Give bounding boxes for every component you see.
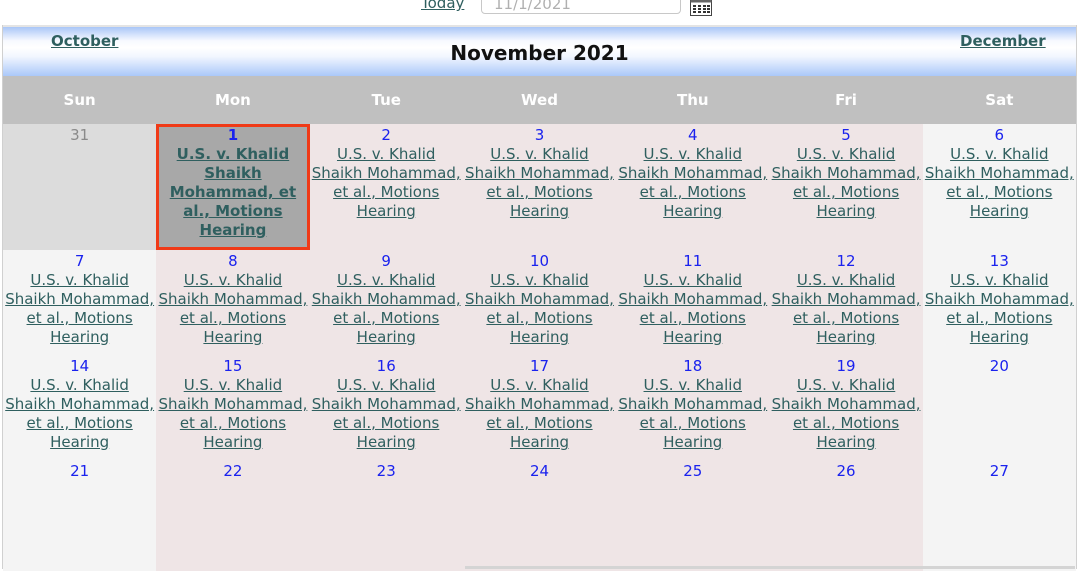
- day-number-link[interactable]: 17: [463, 355, 616, 376]
- day-number-link[interactable]: 4: [616, 124, 769, 145]
- day-of-week-header: Wed: [521, 91, 558, 109]
- day-of-week-header: Sun: [63, 91, 96, 109]
- day-cell[interactable]: 23: [309, 460, 463, 571]
- day-number-link[interactable]: 2: [310, 124, 463, 145]
- day-cell[interactable]: 22: [156, 460, 310, 571]
- day-number-link[interactable]: 19: [769, 355, 922, 376]
- calendar-picker-icon[interactable]: [690, 0, 712, 16]
- day-cell[interactable]: 26: [769, 460, 923, 571]
- day-cell[interactable]: 24: [462, 460, 617, 571]
- event-link[interactable]: U.S. v. Khalid Shaikh Mohammad, et al., …: [156, 145, 309, 240]
- day-number-link[interactable]: 15: [156, 355, 309, 376]
- day-number-link[interactable]: 26: [769, 460, 922, 481]
- event-link[interactable]: U.S. v. Khalid Shaikh Mohammad, et al., …: [463, 271, 616, 347]
- date-input[interactable]: 11/1/2021: [481, 0, 681, 14]
- day-of-week-header: Thu: [676, 91, 709, 109]
- day-cell[interactable]: 9 U.S. v. Khalid Shaikh Mohammad, et al.,…: [309, 250, 463, 355]
- event-link[interactable]: U.S. v. Khalid Shaikh Mohammad, et al., …: [769, 271, 922, 347]
- event-link[interactable]: U.S. v. Khalid Shaikh Mohammad, et al., …: [156, 376, 309, 452]
- day-of-week-header: Mon: [214, 91, 251, 109]
- event-link[interactable]: U.S. v. Khalid Shaikh Mohammad, et al., …: [3, 271, 156, 347]
- event-link[interactable]: U.S. v. Khalid Shaikh Mohammad, et al., …: [463, 145, 616, 221]
- day-of-week-header: Sat: [985, 91, 1014, 109]
- day-number-link[interactable]: 12: [769, 250, 922, 271]
- day-cell[interactable]: 19 U.S. v. Khalid Shaikh Mohammad, et al.…: [769, 355, 923, 460]
- calendar: October November 2021 December Sun Mon Tue…: [2, 25, 1077, 571]
- day-number-link[interactable]: 11: [616, 250, 769, 271]
- day-cell[interactable]: 4 U.S. v. Khalid Shaikh Mohammad, et al.,…: [616, 124, 770, 250]
- month-header: October November 2021 December: [3, 25, 1076, 76]
- day-number-link[interactable]: 24: [463, 460, 616, 481]
- day-cell[interactable]: 14 U.S. v. Khalid Shaikh Mohammad, et al.…: [3, 355, 157, 460]
- event-link[interactable]: U.S. v. Khalid Shaikh Mohammad, et al., …: [3, 376, 156, 452]
- event-link[interactable]: U.S. v. Khalid Shaikh Mohammad, et al., …: [616, 145, 769, 221]
- day-number-link[interactable]: 9: [310, 250, 463, 271]
- day-of-week-header: Tue: [371, 91, 401, 109]
- day-of-week-header: Fri: [835, 91, 857, 109]
- day-cell[interactable]: 8 U.S. v. Khalid Shaikh Mohammad, et al.,…: [156, 250, 310, 355]
- day-number-link[interactable]: 8: [156, 250, 309, 271]
- day-cell[interactable]: 3 U.S. v. Khalid Shaikh Mohammad, et al.,…: [462, 124, 617, 250]
- week-row: 14 U.S. v. Khalid Shaikh Mohammad, et al.…: [3, 355, 1076, 460]
- week-row: 31 1 U.S. v. Khalid Shaikh Mohammad, et al…: [3, 124, 1076, 250]
- day-cell[interactable]: 7 U.S. v. Khalid Shaikh Mohammad, et al.,…: [3, 250, 157, 355]
- event-link[interactable]: U.S. v. Khalid Shaikh Mohammad, et al., …: [769, 145, 922, 221]
- day-number-link[interactable]: 23: [310, 460, 463, 481]
- day-number-link[interactable]: 6: [923, 124, 1076, 145]
- event-link[interactable]: U.S. v. Khalid Shaikh Mohammad, et al., …: [923, 271, 1076, 347]
- day-cell[interactable]: 13 U.S. v. Khalid Shaikh Mohammad, et al.…: [922, 250, 1076, 355]
- next-month-link[interactable]: December: [960, 32, 1046, 50]
- day-number-link[interactable]: 7: [3, 250, 156, 271]
- day-cell[interactable]: 12 U.S. v. Khalid Shaikh Mohammad, et al.…: [769, 250, 923, 355]
- week-row: 7 U.S. v. Khalid Shaikh Mohammad, et al.,…: [3, 250, 1076, 355]
- day-number-link[interactable]: 14: [3, 355, 156, 376]
- event-link[interactable]: U.S. v. Khalid Shaikh Mohammad, et al., …: [310, 145, 463, 221]
- date-toolbar: Today 11/1/2021: [0, 0, 1079, 25]
- day-cell[interactable]: 31: [3, 124, 157, 250]
- day-number-link[interactable]: 22: [156, 460, 309, 481]
- day-cell[interactable]: 11 U.S. v. Khalid Shaikh Mohammad, et al.…: [616, 250, 770, 355]
- day-cell[interactable]: 6 U.S. v. Khalid Shaikh Mohammad, et al.,…: [922, 124, 1076, 250]
- day-number-link[interactable]: 10: [463, 250, 616, 271]
- day-cell-selected[interactable]: 1 U.S. v. Khalid Shaikh Mohammad, et al.,…: [156, 124, 310, 250]
- event-link[interactable]: U.S. v. Khalid Shaikh Mohammad, et al., …: [156, 271, 309, 347]
- event-link[interactable]: U.S. v. Khalid Shaikh Mohammad, et al., …: [310, 376, 463, 452]
- day-number-link[interactable]: 31: [3, 124, 156, 145]
- day-cell[interactable]: 16 U.S. v. Khalid Shaikh Mohammad, et al.…: [309, 355, 463, 460]
- day-number-link[interactable]: 27: [923, 460, 1076, 481]
- day-cell[interactable]: 2 U.S. v. Khalid Shaikh Mohammad, et al.,…: [309, 124, 463, 250]
- day-number-link[interactable]: 3: [463, 124, 616, 145]
- today-link[interactable]: Today: [421, 0, 464, 12]
- event-link[interactable]: U.S. v. Khalid Shaikh Mohammad, et al., …: [923, 145, 1076, 221]
- day-number-link[interactable]: 25: [616, 460, 769, 481]
- event-link[interactable]: U.S. v. Khalid Shaikh Mohammad, et al., …: [769, 376, 922, 452]
- day-cell[interactable]: 18 U.S. v. Khalid Shaikh Mohammad, et al.…: [616, 355, 770, 460]
- day-number-link[interactable]: 1: [156, 124, 309, 145]
- day-number-link[interactable]: 16: [310, 355, 463, 376]
- day-number-link[interactable]: 20: [923, 355, 1076, 376]
- event-link[interactable]: U.S. v. Khalid Shaikh Mohammad, et al., …: [310, 271, 463, 347]
- event-link[interactable]: U.S. v. Khalid Shaikh Mohammad, et al., …: [616, 376, 769, 452]
- day-number-link[interactable]: 13: [923, 250, 1076, 271]
- week-row: 21 22 23 24 25 26 27: [3, 460, 1076, 571]
- days-of-week-header: Sun Mon Tue Wed Thu Fri Sat: [3, 76, 1076, 124]
- day-number-link[interactable]: 5: [769, 124, 922, 145]
- day-cell[interactable]: 5 U.S. v. Khalid Shaikh Mohammad, et al.,…: [769, 124, 923, 250]
- day-cell[interactable]: 21: [3, 460, 157, 571]
- day-cell[interactable]: 20: [922, 355, 1076, 460]
- month-title: November 2021: [450, 41, 629, 65]
- event-link[interactable]: U.S. v. Khalid Shaikh Mohammad, et al., …: [463, 376, 616, 452]
- day-cell[interactable]: 17 U.S. v. Khalid Shaikh Mohammad, et al.…: [462, 355, 617, 460]
- day-cell[interactable]: 25: [616, 460, 770, 571]
- event-link[interactable]: U.S. v. Khalid Shaikh Mohammad, et al., …: [616, 271, 769, 347]
- day-number-link[interactable]: 18: [616, 355, 769, 376]
- day-cell[interactable]: 10 U.S. v. Khalid Shaikh Mohammad, et al.…: [462, 250, 617, 355]
- day-cell[interactable]: 15 U.S. v. Khalid Shaikh Mohammad, et al.…: [156, 355, 310, 460]
- day-number-link[interactable]: 21: [3, 460, 156, 481]
- calendar-grid: 31 1 U.S. v. Khalid Shaikh Mohammad, et al…: [3, 124, 1076, 571]
- day-cell[interactable]: 27: [922, 460, 1076, 571]
